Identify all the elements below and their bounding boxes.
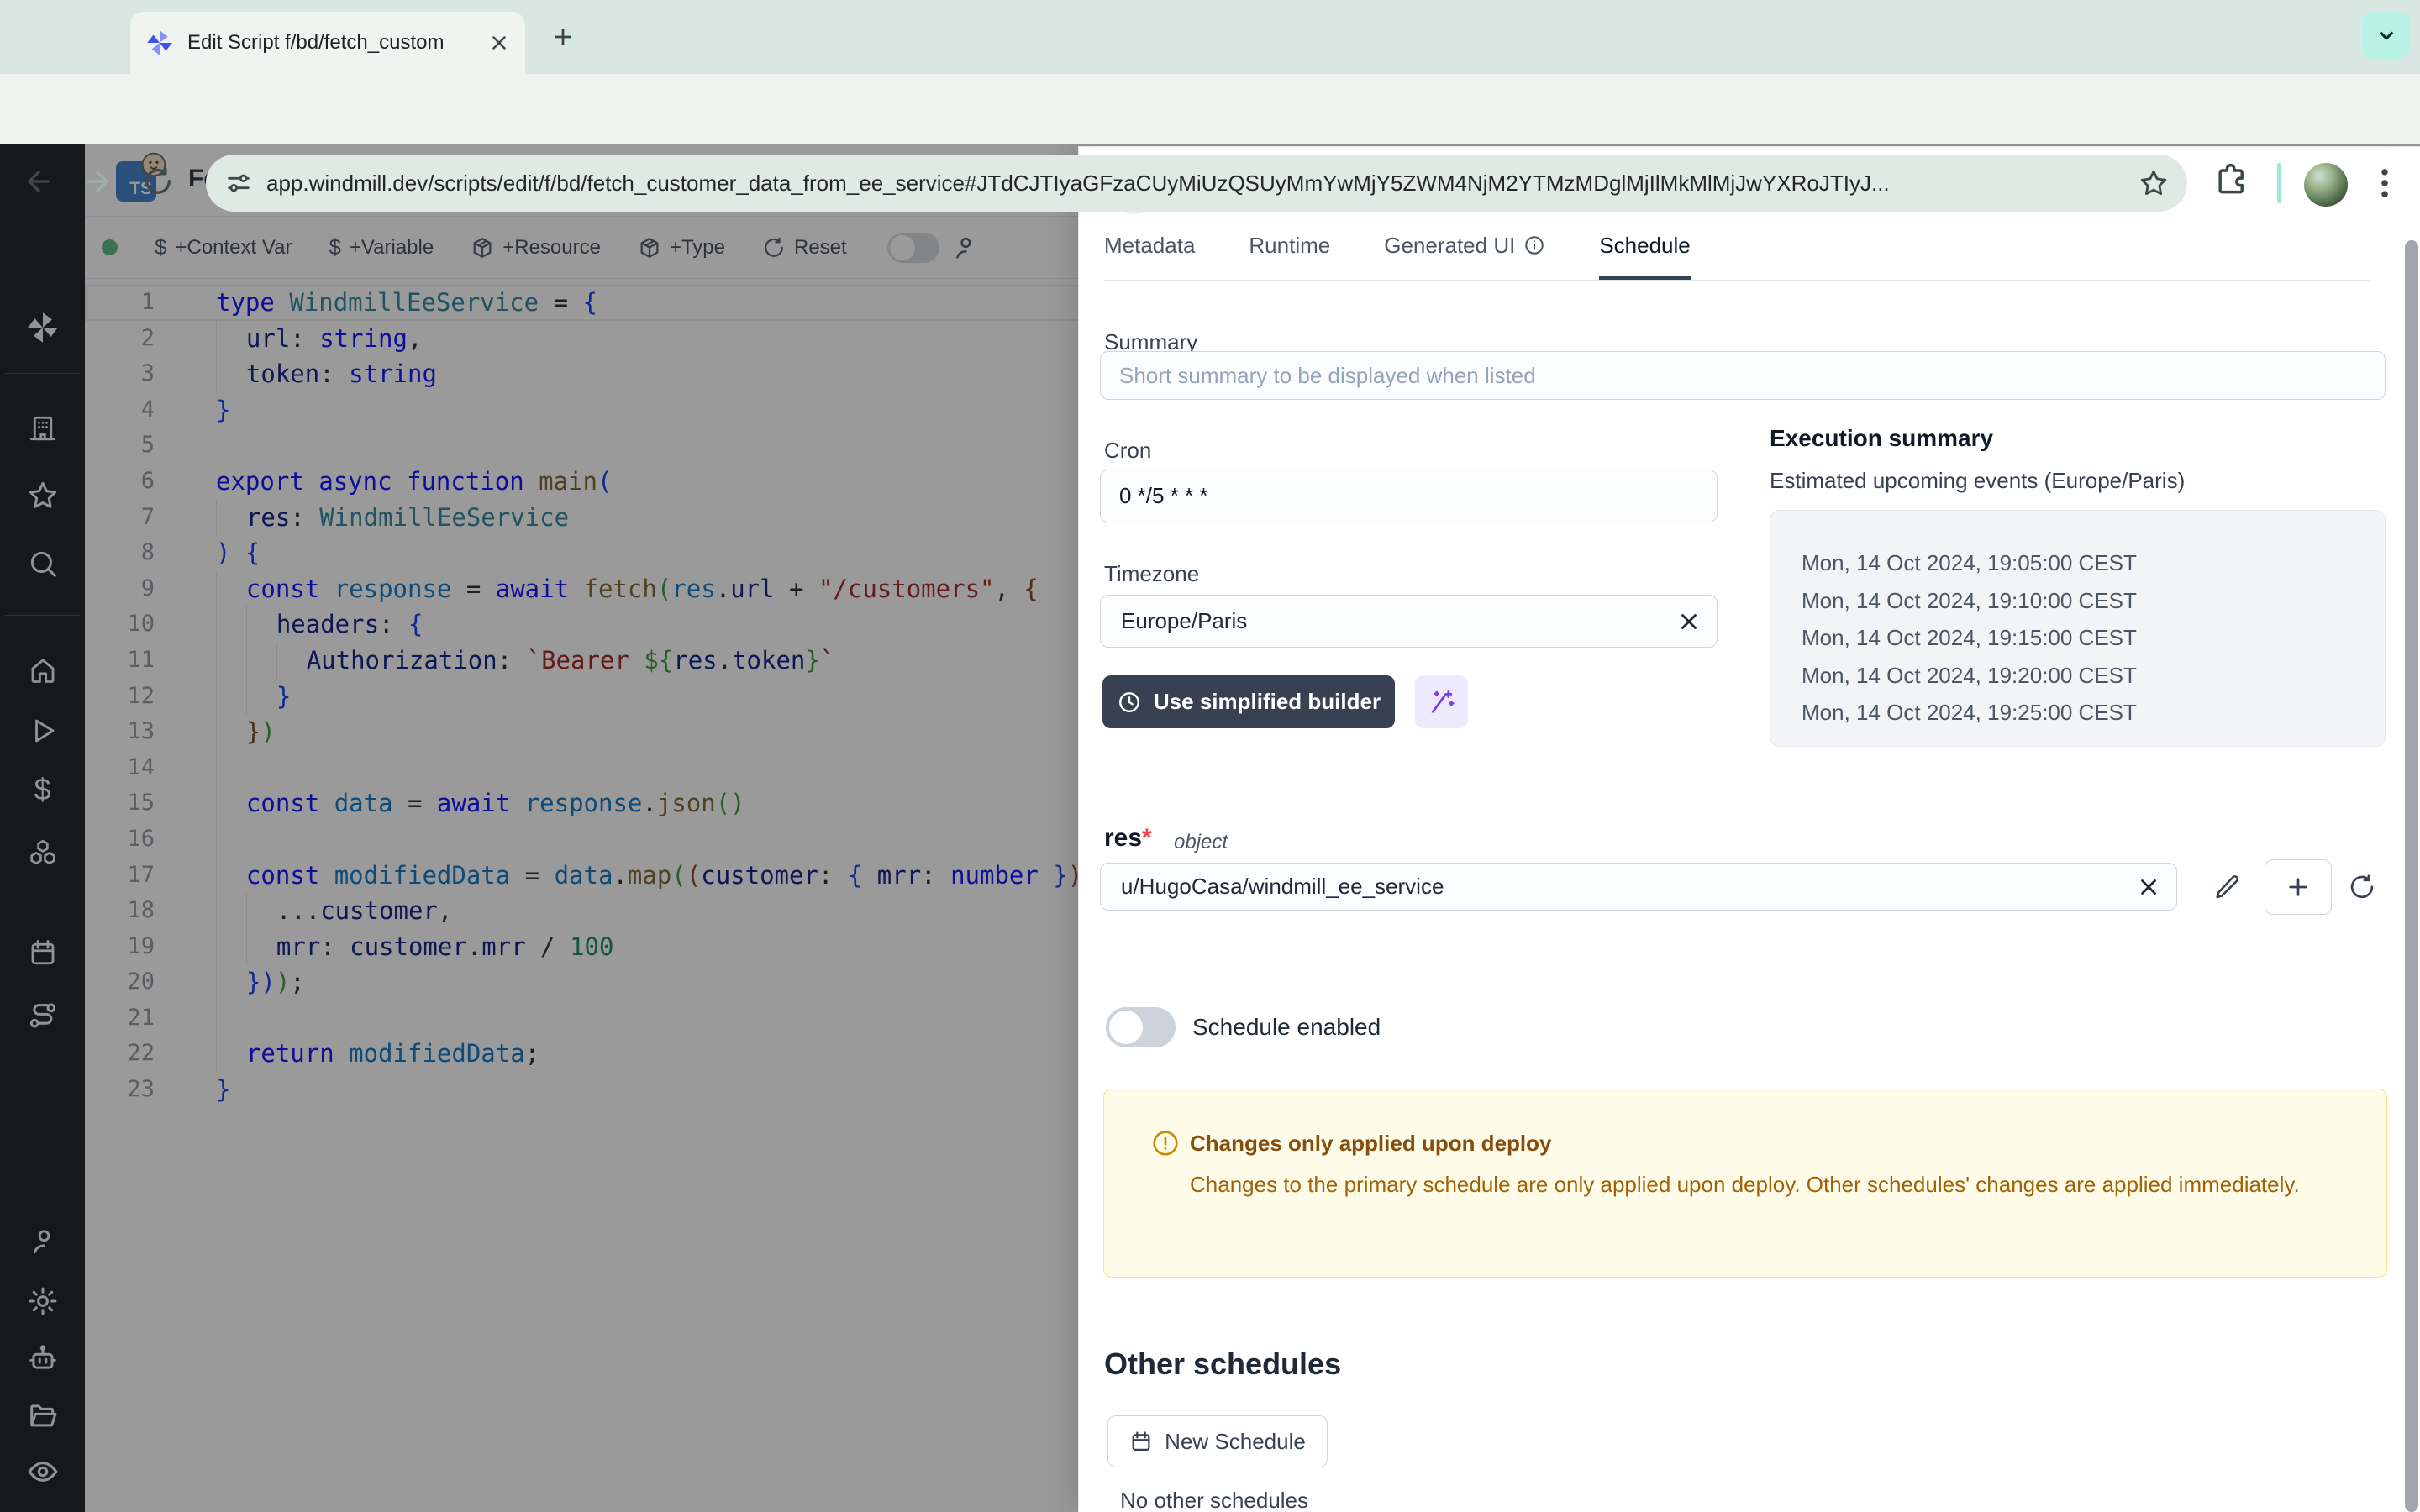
alert-circle-icon [1151, 1129, 1180, 1158]
tab-runtime[interactable]: Runtime [1249, 228, 1330, 280]
tab-generated-ui[interactable]: Generated UI [1384, 228, 1545, 280]
ai-cron-button[interactable] [1415, 675, 1468, 728]
site-settings-icon[interactable] [224, 169, 253, 197]
new-tab-button[interactable] [544, 18, 581, 55]
info-icon [1523, 234, 1545, 256]
summary-input[interactable] [1100, 351, 2386, 400]
cron-label: Cron [1104, 438, 1151, 464]
sidebar-divider [5, 615, 80, 616]
schedule-enabled-toggle[interactable] [1106, 1007, 1176, 1047]
screen: Edit Script f/bd/fetch_custom app.windmi… [0, 0, 2420, 1512]
sidebar-item-favorites[interactable] [0, 480, 85, 512]
sidebar-item-home[interactable] [0, 655, 85, 685]
chevron-down-icon [2374, 23, 2399, 48]
sidebar-divider [5, 373, 80, 374]
cron-input[interactable] [1100, 470, 1718, 522]
plus-icon [550, 24, 576, 50]
profile-avatar[interactable] [2304, 163, 2348, 207]
sidebar-item-search[interactable] [0, 548, 85, 580]
tab-schedule[interactable]: Schedule [1599, 228, 1690, 280]
deploy-warning: Changes only applied upon deploy Changes… [1103, 1089, 2387, 1278]
sidebar-item-ai[interactable] [0, 1342, 85, 1374]
sidebar-item-flows[interactable] [0, 1000, 85, 1032]
res-field-type: object [1174, 831, 1228, 854]
plus-icon [2285, 874, 2312, 900]
other-schedules-heading: Other schedules [1104, 1347, 1341, 1382]
sidebar-item-users[interactable] [0, 1226, 85, 1257]
sidebar-item-workspace[interactable] [0, 413, 85, 444]
windmill-logo-icon[interactable] [0, 309, 85, 346]
address-bar[interactable]: app.windmill.dev/scripts/edit/f/bd/fetch… [206, 155, 2187, 212]
calendar-icon [1129, 1430, 1153, 1453]
settings-drawer: Settings Metadata Runtime Generated UI S… [1078, 146, 2420, 1512]
timezone-label: Timezone [1104, 561, 1199, 587]
settings-tabs: Metadata Runtime Generated UI Schedule [1104, 228, 2370, 281]
schedule-enabled-label: Schedule enabled [1192, 1014, 1381, 1041]
sidebar-item-schedules[interactable] [0, 937, 85, 968]
sidebar-item-resources[interactable] [0, 837, 85, 869]
reload-icon[interactable] [142, 165, 174, 197]
windmill-favicon [145, 29, 174, 57]
add-resource-button-drawer[interactable] [2265, 859, 2332, 915]
clear-res-icon[interactable] [2136, 874, 2161, 900]
tab-close-icon[interactable] [488, 32, 510, 54]
required-mark: * [1142, 824, 1152, 852]
tab-title: Edit Script f/bd/fetch_custom [187, 31, 465, 55]
refresh-resource-button[interactable] [2339, 866, 2385, 908]
execution-event: Mon, 14 Oct 2024, 19:10:00 CEST [1802, 582, 2385, 620]
magic-wand-icon [1428, 688, 1456, 717]
execution-event: Mon, 14 Oct 2024, 19:20:00 CEST [1802, 657, 2385, 695]
sidebar-item-runs[interactable] [0, 716, 85, 746]
browser-toolbar: app.windmill.dev/scripts/edit/f/bd/fetch… [0, 74, 2420, 144]
clock-icon [1117, 690, 1142, 715]
toolbar-divider [2277, 163, 2281, 203]
sidebar-item-folders[interactable] [0, 1399, 85, 1431]
bookmark-star-icon[interactable] [2139, 168, 2169, 198]
timezone-value[interactable] [1119, 607, 1676, 635]
sidebar-item-settings[interactable] [0, 1285, 85, 1317]
drawer-scrollbar[interactable] [2405, 240, 2418, 1512]
res-field-name: res* [1104, 824, 1152, 853]
warning-body: Changes to the primary schedule are only… [1190, 1167, 2333, 1202]
sidebar-item-audit-logs[interactable] [0, 1455, 85, 1488]
use-simplified-builder-button[interactable]: Use simplified builder [1102, 675, 1395, 728]
clear-timezone-icon[interactable] [1676, 609, 1702, 634]
execution-event: Mon, 14 Oct 2024, 19:05:00 CEST [1802, 544, 2385, 582]
execution-summary-heading: Execution summary [1770, 425, 1993, 452]
execution-events: Mon, 14 Oct 2024, 19:05:00 CESTMon, 14 O… [1770, 510, 2386, 747]
execution-summary-subheading: Estimated upcoming events (Europe/Paris) [1770, 468, 2185, 494]
execution-event: Mon, 14 Oct 2024, 19:25:00 CEST [1802, 694, 2385, 732]
sidebar-item-variables[interactable]: $ [0, 773, 85, 806]
forward-icon[interactable] [82, 165, 113, 197]
back-icon[interactable] [23, 165, 55, 197]
timezone-input[interactable] [1100, 595, 1718, 648]
warning-title: Changes only applied upon deploy [1190, 1131, 1551, 1157]
chrome-panel-button[interactable] [2362, 11, 2410, 59]
no-other-schedules-text: No other schedules [1120, 1488, 1308, 1512]
app-sidebar: $ [0, 144, 85, 1512]
browser-chrome: Edit Script f/bd/fetch_custom app.windmi… [0, 0, 2420, 144]
extensions-icon[interactable] [2212, 161, 2249, 198]
browser-tab[interactable]: Edit Script f/bd/fetch_custom [130, 12, 525, 74]
execution-event: Mon, 14 Oct 2024, 19:15:00 CEST [1802, 619, 2385, 657]
new-schedule-button[interactable]: New Schedule [1107, 1415, 1328, 1467]
menu-kebab-icon[interactable] [2368, 164, 2402, 202]
refresh-icon [2348, 873, 2376, 901]
url-text: app.windmill.dev/scripts/edit/f/bd/fetch… [266, 171, 2139, 197]
res-value[interactable] [1119, 873, 2136, 900]
res-input[interactable] [1100, 863, 2177, 911]
tab-metadata[interactable]: Metadata [1104, 228, 1195, 280]
pencil-icon [2214, 874, 2241, 900]
edit-resource-button[interactable] [2205, 866, 2250, 908]
